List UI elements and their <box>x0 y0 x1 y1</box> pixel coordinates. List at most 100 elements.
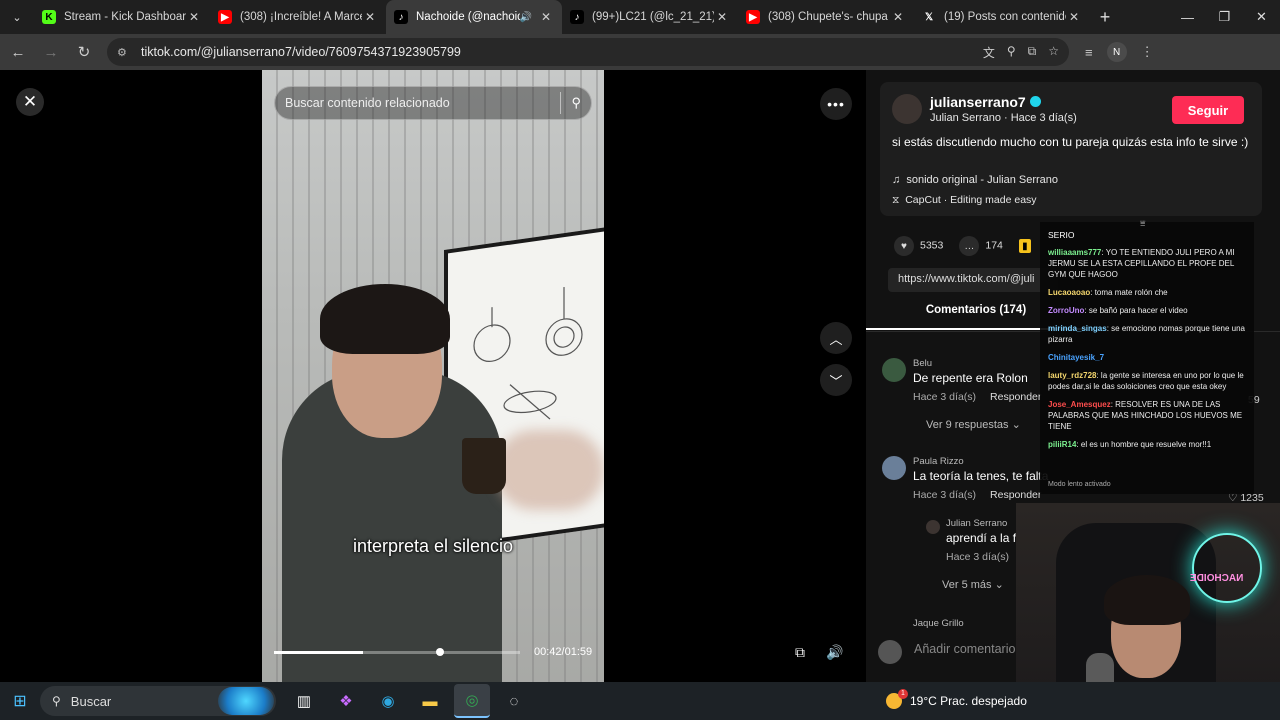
commenter-avatar[interactable] <box>882 358 906 382</box>
new-tab-button[interactable]: + <box>1090 7 1120 28</box>
commenter-name[interactable]: Jaque Grillo <box>913 618 964 629</box>
tab-kick-dashboard[interactable]: K Stream - Kick Dashboard ✕ <box>34 0 210 34</box>
author-avatar[interactable] <box>892 94 922 124</box>
capcut-link[interactable]: ⧖ CapCut · Editing made easy <box>892 194 1037 207</box>
windows-start-icon[interactable]: ⊞ <box>0 682 40 720</box>
like-button[interactable]: ♥ 5353 <box>894 236 943 256</box>
next-video-button[interactable]: ﹀ <box>820 364 852 396</box>
reading-list-icon[interactable]: ≡ <box>1085 45 1093 60</box>
commenter-name[interactable]: Belu <box>913 358 932 369</box>
capcut-icon: ⧖ <box>892 194 906 206</box>
close-video-button[interactable]: ✕ <box>16 88 44 116</box>
related-search-input[interactable]: Buscar contenido relacionado ⚲ <box>274 86 592 120</box>
edge-icon[interactable]: ◉ <box>370 684 406 718</box>
close-tab-icon[interactable]: ✕ <box>714 10 730 24</box>
share-link-field[interactable]: https://www.tiktok.com/@juli <box>888 268 1058 292</box>
obs-icon[interactable]: ◌ <box>496 684 532 718</box>
install-app-icon[interactable]: ⧉ <box>1028 44 1037 61</box>
video-player[interactable]: Buscar contenido relacionado ⚲ interpret… <box>262 70 604 682</box>
tab-tiktok-nachoide[interactable]: ♪ Nachoide (@nachoide 🔊 ✕ <box>386 0 562 34</box>
site-info-icon[interactable]: ⚙ <box>117 46 133 59</box>
author-username-text[interactable]: julianserrano7 <box>930 94 1026 110</box>
engagement-bar: ♥ 5353 … 174 ▮ <box>894 236 1037 256</box>
video-progress-bar[interactable] <box>274 651 520 654</box>
file-explorer-icon[interactable]: ▬ <box>412 684 448 718</box>
previous-video-button[interactable]: ︿ <box>820 322 852 354</box>
chrome-icon[interactable]: ◎ <box>454 684 490 718</box>
streamer-hair <box>1104 575 1190 625</box>
reload-icon[interactable]: ↻ <box>69 37 99 67</box>
chat-username[interactable]: Jose_Amesquez <box>1048 400 1111 409</box>
replier-avatar[interactable] <box>926 520 940 534</box>
forward-arrow-icon[interactable]: → <box>36 37 66 67</box>
close-tab-icon[interactable]: ✕ <box>538 10 554 24</box>
chat-username[interactable]: Lucaoaoao <box>1048 288 1090 297</box>
close-tab-icon[interactable]: ✕ <box>890 10 906 24</box>
chat-username[interactable]: ZorroUno <box>1048 306 1084 315</box>
reply-button[interactable]: Responder <box>990 391 1041 403</box>
replier-name[interactable]: Julian Serrano <box>946 518 1007 529</box>
reply-button[interactable]: Responder <box>990 489 1041 501</box>
chat-username[interactable]: williaaams777 <box>1048 248 1101 257</box>
bookmark-star-icon[interactable]: ☆ <box>1048 44 1059 61</box>
add-comment-input[interactable]: Añadir comentario <box>914 642 1015 656</box>
person-hair <box>320 284 450 354</box>
music-link[interactable]: ♫ sonido original - Julian Serrano <box>892 174 1058 186</box>
url-text[interactable]: tiktok.com/@julianserrano7/video/7609754… <box>141 45 461 59</box>
close-tab-icon[interactable]: ✕ <box>1066 10 1082 24</box>
back-arrow-icon[interactable]: ← <box>3 37 33 67</box>
zoom-icon[interactable]: ⚲ <box>1007 44 1016 61</box>
close-window-icon[interactable]: ✕ <box>1243 0 1280 34</box>
close-tab-icon[interactable]: ✕ <box>362 10 378 24</box>
chat-username[interactable]: mirinda_singas <box>1048 324 1107 333</box>
view-more-text[interactable]: Ver 5 más <box>942 579 992 591</box>
chat-username[interactable]: lauty_rdz728 <box>1048 371 1096 380</box>
tab-title: (308) Chupete's- chupa ch <box>768 11 890 23</box>
tab-youtube-chupete[interactable]: ▶ (308) Chupete's- chupa ch ✕ <box>738 0 914 34</box>
task-view-icon[interactable]: ▥ <box>286 684 322 718</box>
address-bar[interactable]: ⚙ tiktok.com/@julianserrano7/video/76097… <box>107 38 1069 66</box>
save-button[interactable]: ▮ <box>1018 239 1037 253</box>
close-tab-icon[interactable]: ✕ <box>186 10 202 24</box>
volume-icon[interactable]: 🔊 <box>821 638 849 666</box>
chat-username[interactable]: piliiR14 <box>1048 440 1076 449</box>
chat-message: mirinda_singas: se emociono nomas porque… <box>1048 323 1248 345</box>
floating-player-icon[interactable]: ⧉ <box>786 638 814 666</box>
minimize-icon[interactable]: — <box>1169 0 1206 34</box>
comment-button[interactable]: … 174 <box>959 236 1003 256</box>
chat-message: Chinitayesik_7 <box>1048 352 1248 363</box>
view-replies-text[interactable]: Ver 9 respuestas <box>926 419 1009 431</box>
browser-toolbar: ← → ↻ ⚙ tiktok.com/@julianserrano7/video… <box>0 34 1280 70</box>
tab-tiktok-lc21[interactable]: ♪ (99+)LC21 (@lc_21_21) | Ti ✕ <box>562 0 738 34</box>
restore-icon[interactable]: ❐ <box>1206 0 1243 34</box>
chat-message: ZorroUno: se bañó para hacer el video <box>1048 305 1248 316</box>
more-options-button[interactable]: ••• <box>820 88 852 120</box>
current-user-avatar <box>878 640 902 664</box>
chat-message-list: williaaams777: YO TE ENTIENDO JULI PERO … <box>1048 247 1248 450</box>
view-replies-button[interactable]: Ver 9 respuestas ⌄ <box>926 418 1021 431</box>
follow-button[interactable]: Seguir <box>1172 96 1244 124</box>
capcut-text[interactable]: CapCut · Editing made easy <box>905 194 1036 206</box>
tab-search-menu-button[interactable]: ⌄ <box>0 0 34 34</box>
speaker-icon[interactable]: 🔊 <box>520 12 532 23</box>
author-username[interactable]: julianserrano7 <box>930 94 1041 110</box>
view-more-replies-button[interactable]: Ver 5 más ⌄ <box>942 578 1004 591</box>
chat-username[interactable]: Chinitayesik_7 <box>1048 353 1104 362</box>
comment-meta: Hace 3 día(s) Responder <box>913 391 1041 403</box>
tab-x-posts[interactable]: 𝕏 (19) Posts con contenido m ✕ <box>914 0 1090 34</box>
weather-widget[interactable]: 1 19°C Prac. despejado <box>886 682 1027 720</box>
commenter-name[interactable]: Paula Rizzo <box>913 456 964 467</box>
search-icon[interactable]: ⚲ <box>571 95 581 111</box>
chat-pin-icon: ⩸ <box>1140 218 1146 228</box>
music-text[interactable]: sonido original - Julian Serrano <box>906 174 1058 186</box>
commenter-avatar[interactable] <box>882 456 906 480</box>
taskbar-search-box[interactable]: ⚲ Buscar <box>40 686 276 716</box>
comment-time: Hace 3 día(s) <box>913 489 977 501</box>
reply-text: aprendí a la fu <box>946 531 1023 545</box>
translate-icon[interactable]: 文 <box>983 44 995 61</box>
profile-avatar[interactable]: N <box>1106 42 1127 62</box>
tab-youtube-marcelo[interactable]: ▶ (308) ¡Increíble! A Marcelo ✕ <box>210 0 386 34</box>
kebab-menu-icon[interactable]: ⋮ <box>1141 44 1154 60</box>
kick-icon: K <box>42 10 56 24</box>
copilot-icon[interactable]: ❖ <box>328 684 364 718</box>
